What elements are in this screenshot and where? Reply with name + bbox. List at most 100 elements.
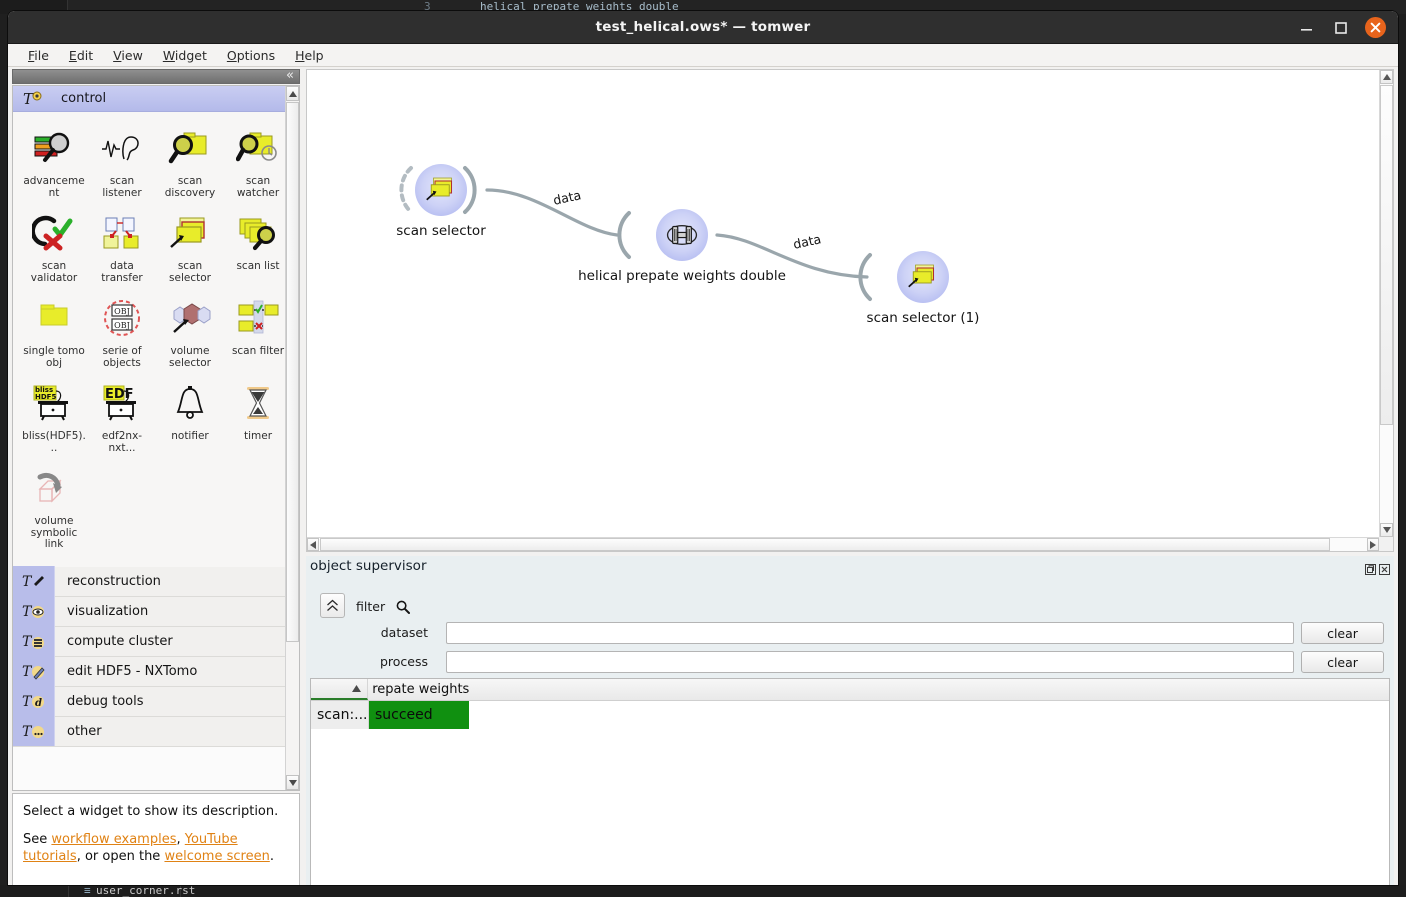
- search-icon[interactable]: [396, 599, 410, 618]
- scan-watcher-icon: [226, 125, 290, 173]
- toolbox-item-scan-discovery[interactable]: scan discovery: [156, 120, 224, 205]
- toolbox-item-label: scan validator: [30, 260, 78, 284]
- toolbox-item-label: bliss(HDF5)...: [22, 430, 86, 454]
- maximize-button[interactable]: [1331, 18, 1350, 37]
- toolbox-item-label: scan discovery: [164, 175, 216, 199]
- background-tab-icon: ≡: [84, 884, 91, 897]
- toolbox-item-label: edf2nx-nxt...: [101, 430, 143, 454]
- svg-text:EDF: EDF: [105, 387, 134, 402]
- toolbox-category-compute-cluster[interactable]: T compute cluster: [13, 626, 299, 657]
- toolbox-category-label: reconstruction: [67, 573, 161, 589]
- toolbox-item-scan-watcher[interactable]: scan watcher: [224, 120, 292, 205]
- menu-edit[interactable]: Edit: [59, 46, 103, 65]
- toolbox-item-data-transfer[interactable]: data transfer: [88, 205, 156, 290]
- canvas-hscrollbar-thumb[interactable]: [320, 538, 1330, 551]
- close-button[interactable]: [1365, 17, 1386, 38]
- toolbox-category-visualization[interactable]: T visualization: [13, 596, 299, 627]
- menu-help[interactable]: Help: [285, 46, 334, 65]
- scroll-up-arrow-icon[interactable]: [286, 86, 299, 101]
- svg-text:T: T: [22, 604, 33, 620]
- svg-text:OBJ: OBJ: [114, 307, 130, 316]
- toolbox-item-label: scan selector: [169, 260, 211, 284]
- bliss-hdf5-icon: bliss HDF5: [22, 380, 86, 428]
- toolbox-item-volume-symbolic-link[interactable]: volume symbolic link: [20, 460, 88, 557]
- table-header-repate-weights[interactable]: repate weights: [368, 679, 1389, 700]
- dataset-clear-button[interactable]: clear: [1301, 622, 1384, 644]
- table-row[interactable]: scan:... succeed: [311, 701, 1389, 729]
- toolbox-category-control[interactable]: T control: [13, 86, 299, 112]
- process-input[interactable]: [446, 651, 1294, 673]
- toolbox-category-other[interactable]: T other: [13, 716, 299, 747]
- table-header-scan[interactable]: [311, 679, 369, 700]
- scroll-down-arrow-icon[interactable]: [286, 775, 299, 790]
- timer-icon: [226, 380, 290, 428]
- table-cell-scan: scan:...: [311, 701, 369, 729]
- comma-1: ,: [176, 832, 185, 847]
- menu-file[interactable]: File: [18, 46, 59, 65]
- svg-text:T: T: [22, 694, 33, 710]
- node-label: scan selector: [396, 223, 486, 239]
- helical-weights-node-icon: [656, 209, 708, 261]
- toolbox-item-label: data transfer: [101, 260, 143, 284]
- filter-row-dataset: dataset clear: [308, 622, 1394, 644]
- toolbox-item-serie-of-objects[interactable]: OBJ OBJ serie of objects: [88, 290, 156, 375]
- toolbox-scrollbar[interactable]: [285, 86, 299, 790]
- toolbox-scrollbar-thumb[interactable]: [286, 102, 299, 642]
- menu-view[interactable]: View: [103, 46, 153, 65]
- toolbox-item-scan-selector[interactable]: scan selector: [156, 205, 224, 290]
- menu-widget[interactable]: Widget: [153, 46, 217, 65]
- scroll-right-arrow-icon[interactable]: [1367, 538, 1379, 551]
- scan-selector-node-icon: [415, 164, 467, 216]
- process-clear-button[interactable]: clear: [1301, 651, 1384, 673]
- workflow-canvas[interactable]: scan selector helical prepate weights do…: [307, 70, 1379, 537]
- toolbox-item-volume-selector[interactable]: volume selector: [156, 290, 224, 375]
- svg-text:T: T: [22, 634, 33, 650]
- right-area: scan selector helical prepate weights do…: [304, 67, 1398, 885]
- table-header-row: repate weights: [311, 679, 1389, 701]
- data-transfer-icon: [90, 210, 154, 258]
- welcome-screen-link[interactable]: welcome screen: [164, 849, 269, 864]
- close-dock-button[interactable]: [1379, 560, 1390, 575]
- toolbox-category-edit-hdf5-nxtomo[interactable]: T edit HDF5 - NXTomo: [13, 656, 299, 687]
- window-title: test_helical.ows* — tomwer: [595, 19, 811, 35]
- toolbox-item-advancement[interactable]: advancement: [20, 120, 88, 205]
- float-dock-button[interactable]: [1365, 560, 1376, 575]
- scan-listener-icon: [90, 125, 154, 173]
- menu-options[interactable]: Options: [217, 46, 285, 65]
- object-supervisor-dock: object supervisor filter dataset clear p…: [306, 556, 1394, 885]
- canvas-horizontal-scrollbar[interactable]: [307, 537, 1379, 551]
- dataset-input[interactable]: [446, 622, 1294, 644]
- canvas-vscrollbar-thumb[interactable]: [1380, 85, 1393, 425]
- title-bar: test_helical.ows* — tomwer: [8, 11, 1398, 44]
- toolbox-item-timer[interactable]: timer: [224, 375, 292, 460]
- toolbox-category-label: edit HDF5 - NXTomo: [67, 663, 198, 679]
- svg-text:T: T: [22, 574, 33, 590]
- toolbox-item-label: advancement: [23, 175, 85, 199]
- canvas-vertical-scrollbar[interactable]: [1379, 70, 1393, 537]
- filter-label: filter: [356, 599, 386, 614]
- collapse-filters-button[interactable]: [320, 593, 345, 618]
- scroll-left-arrow-icon[interactable]: [307, 538, 319, 551]
- toolbox-item-scan-validator[interactable]: scan validator: [20, 205, 88, 290]
- minimize-button[interactable]: [1297, 18, 1316, 37]
- scroll-up-arrow-icon[interactable]: [1380, 70, 1393, 84]
- toolbox-item-single-tomo-obj[interactable]: single tomo obj: [20, 290, 88, 375]
- widget-toolbox: T control advancement scan listener scan…: [12, 85, 300, 791]
- toolbox-item-scan-listener[interactable]: scan listener: [88, 120, 156, 205]
- toolbox-item-bliss-hdf5[interactable]: bliss HDF5 bliss(HDF5)...: [20, 375, 88, 460]
- scan-selector-node-icon: [897, 251, 949, 303]
- dock-collapse-bar[interactable]: «: [12, 68, 300, 84]
- toolbox-item-edf2nx[interactable]: EDF edf2nx-nxt...: [88, 375, 156, 460]
- workflow-canvas-container: scan selector helical prepate weights do…: [306, 69, 1394, 552]
- toolbox-category-reconstruction[interactable]: T reconstruction: [13, 566, 299, 597]
- process-label: process: [379, 654, 428, 669]
- svg-text:OBJ: OBJ: [114, 321, 130, 330]
- toolbox-category-debug-tools[interactable]: T d debug tools: [13, 686, 299, 717]
- toolbox-item-scan-filter[interactable]: scan filter: [224, 290, 292, 375]
- window-body: « T control advancement scan listener sc…: [8, 67, 1398, 885]
- workflow-examples-link[interactable]: workflow examples: [51, 832, 176, 847]
- scroll-down-arrow-icon[interactable]: [1380, 523, 1393, 537]
- toolbox-item-notifier[interactable]: notifier: [156, 375, 224, 460]
- svg-text:T: T: [22, 724, 33, 740]
- toolbox-item-scan-list[interactable]: scan list: [224, 205, 292, 290]
